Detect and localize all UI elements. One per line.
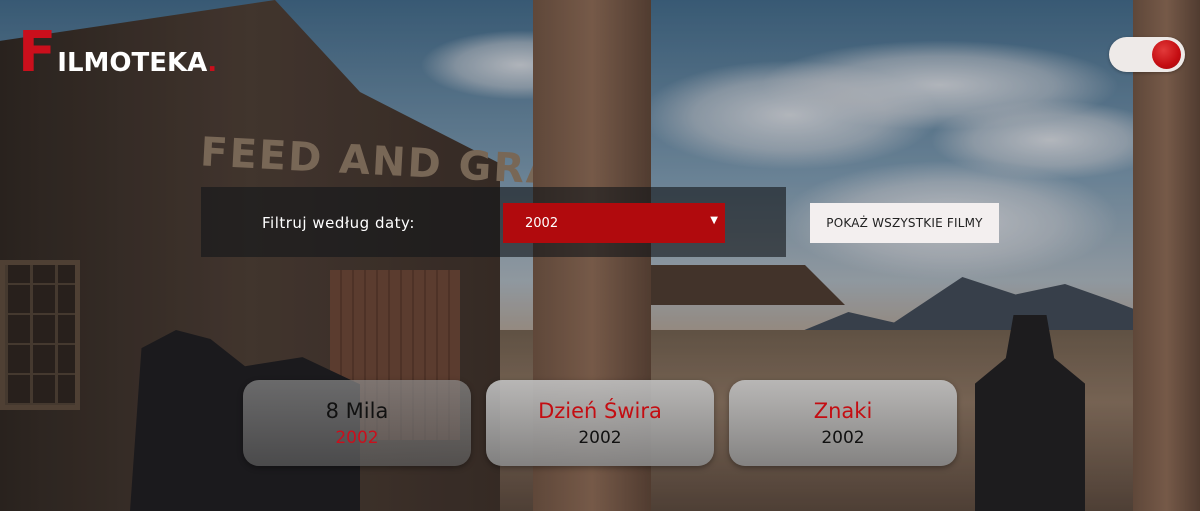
film-card[interactable]: 8 Mila 2002 [243,380,471,466]
toggle-knob [1152,40,1181,69]
logo-text: ILMOTEKA [57,48,208,78]
film-title: Dzień Świra [538,399,662,423]
logo-initial: F [18,20,57,85]
film-year: 2002 [335,428,379,448]
show-all-films-button[interactable]: POKAŻ WSZYSTKIE FILMY [810,203,999,243]
year-select[interactable]: 2002 ▼ [503,203,725,243]
film-title: 8 Mila [325,399,389,423]
logo[interactable]: F ILMOTEKA . [18,20,218,85]
film-year: 2002 [578,428,622,448]
logo-dot: . [207,48,218,78]
film-title: Znaki [813,399,873,423]
film-card[interactable]: Znaki 2002 [729,380,957,466]
film-card[interactable]: Dzień Świra 2002 [486,380,714,466]
theme-toggle[interactable] [1109,37,1185,72]
dropdown-arrow-icon: ▼ [710,215,718,226]
film-year: 2002 [821,428,865,448]
year-select-value: 2002 [525,216,559,231]
filter-label: Filtruj według daty: [262,214,415,232]
